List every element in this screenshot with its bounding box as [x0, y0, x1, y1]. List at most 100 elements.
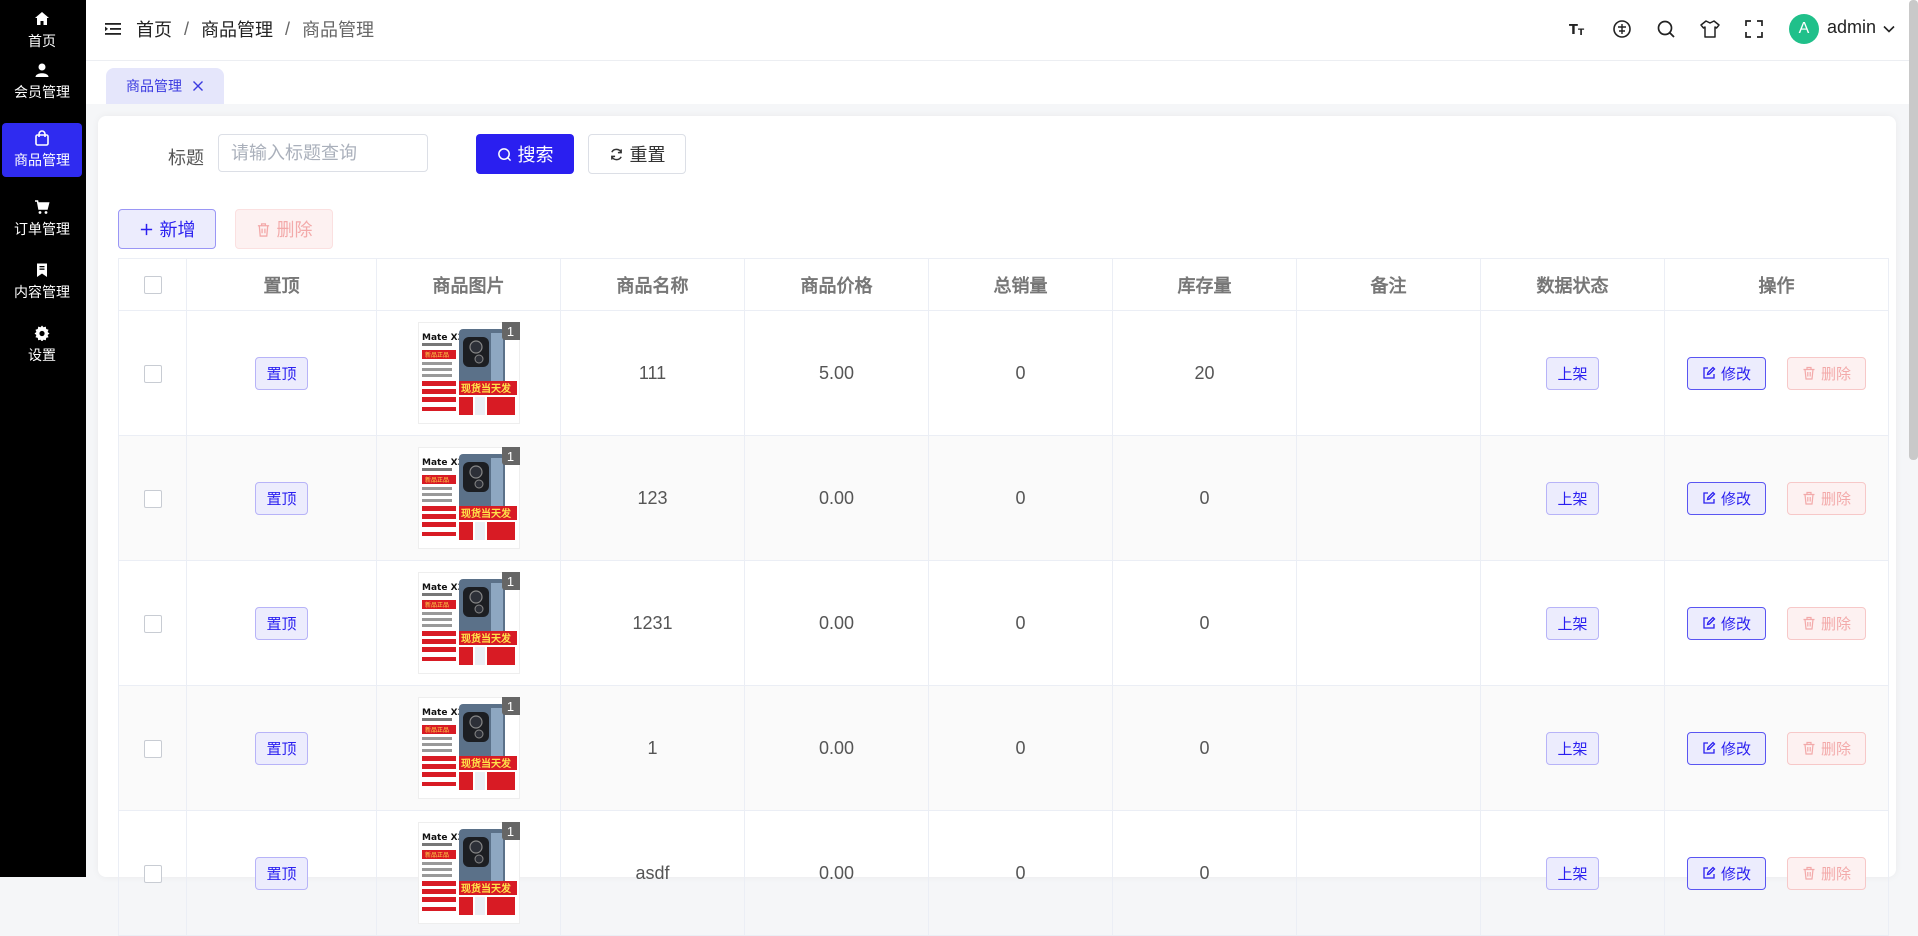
close-icon[interactable]	[192, 80, 204, 92]
search-button[interactable]: 搜索	[476, 134, 574, 174]
status-badge[interactable]: 上架	[1546, 731, 1599, 765]
delete-button-label: 删除	[1821, 615, 1852, 633]
row-checkbox[interactable]	[143, 864, 162, 883]
remark-cell	[1296, 685, 1481, 811]
fullscreen-icon[interactable]	[1743, 18, 1765, 40]
column-header: 数据状态	[1480, 258, 1665, 311]
delete-button[interactable]: 删除	[1787, 356, 1867, 390]
product-image[interactable]: Mate X3 新品正品 现货当天发 1	[417, 572, 520, 674]
sidebar-item-label: 订单管理	[14, 221, 70, 237]
product-image-title: Mate X3	[422, 708, 464, 718]
pin-tag[interactable]: 置顶	[255, 856, 308, 890]
pin-tag[interactable]: 置顶	[255, 481, 308, 515]
sidebar-item-content[interactable]: 内容管理	[2, 255, 82, 309]
select-all-checkbox[interactable]	[143, 276, 162, 295]
pin-tag[interactable]: 置顶	[255, 731, 308, 765]
delete-button[interactable]: 删除	[1787, 731, 1867, 765]
main-area: 首页 / 商品管理 / 商品管理 TT A admin 商品管理 标题 搜索 重…	[86, 0, 1918, 936]
tabs-bar: 商品管理	[86, 61, 1918, 104]
reset-button-label: 重置	[629, 145, 666, 165]
pin-tag[interactable]: 置顶	[255, 606, 308, 640]
row-checkbox[interactable]	[143, 739, 162, 758]
status-badge[interactable]: 上架	[1546, 481, 1599, 515]
language-icon[interactable]	[1611, 18, 1633, 40]
row-checkbox[interactable]	[143, 489, 162, 508]
sales-cell: 0	[928, 685, 1113, 811]
sidebar-item-members[interactable]: 会员管理	[2, 55, 82, 109]
status-badge[interactable]: 上架	[1546, 356, 1599, 390]
edit-button[interactable]: 修改	[1686, 481, 1766, 515]
edit-icon	[1703, 866, 1716, 879]
font-size-icon[interactable]: TT	[1567, 18, 1589, 40]
image-count-badge: 1	[501, 572, 520, 590]
status-cell: 上架	[1480, 810, 1665, 936]
sidebar-item-home[interactable]: 首页	[2, 4, 82, 58]
breadcrumb-separator: /	[285, 18, 291, 39]
actions-cell: 修改 删除	[1664, 310, 1889, 436]
chevron-down-icon[interactable]	[1882, 22, 1896, 36]
status-cell: 上架	[1480, 435, 1665, 561]
username[interactable]: admin	[1827, 17, 1876, 38]
delete-button-label: 删除	[1821, 740, 1852, 758]
table-row: 置顶 Mate X3 新品正品	[118, 810, 1889, 936]
remark-cell	[1296, 310, 1481, 436]
delete-button[interactable]: 删除	[1787, 481, 1867, 515]
status-badge[interactable]: 上架	[1546, 606, 1599, 640]
price-cell: 0.00	[744, 435, 929, 561]
add-button[interactable]: 新增	[118, 209, 216, 249]
edit-button-label: 修改	[1720, 615, 1751, 633]
scrollbar[interactable]	[1909, 0, 1918, 460]
delete-button[interactable]: 删除	[1787, 856, 1867, 890]
edit-button[interactable]: 修改	[1686, 356, 1766, 390]
name-cell: 1	[560, 685, 745, 811]
sidebar-item-products[interactable]: 商品管理	[2, 123, 82, 177]
reset-button[interactable]: 重置	[588, 134, 686, 174]
bulk-delete-button[interactable]: 删除	[235, 209, 333, 249]
trash-icon	[1803, 366, 1815, 380]
edit-button[interactable]: 修改	[1686, 606, 1766, 640]
edit-button[interactable]: 修改	[1686, 731, 1766, 765]
image-count-badge: 1	[501, 822, 520, 840]
theme-icon[interactable]	[1699, 18, 1721, 40]
column-header: 总销量	[928, 258, 1113, 311]
name-cell: asdf	[560, 810, 745, 936]
edit-button-label: 修改	[1720, 740, 1751, 758]
menu-toggle-icon[interactable]	[104, 20, 122, 38]
trash-icon	[257, 222, 269, 237]
svg-text:T: T	[1578, 28, 1585, 38]
product-image[interactable]: Mate X3 新品正品 现货当天发 1	[417, 697, 520, 799]
price-cell: 0.00	[744, 810, 929, 936]
avatar[interactable]: A	[1789, 14, 1819, 44]
trash-icon	[1803, 491, 1815, 505]
price-cell: 5.00	[744, 310, 929, 436]
column-header: 商品名称	[560, 258, 745, 311]
status-badge[interactable]: 上架	[1546, 856, 1599, 890]
search-input[interactable]	[218, 134, 428, 172]
product-image[interactable]: Mate X3 新品正品 现货当天发 1	[417, 322, 520, 424]
row-checkbox[interactable]	[143, 364, 162, 383]
product-image-seal: 新品正品	[425, 726, 449, 734]
sidebar-item-orders[interactable]: 订单管理	[2, 192, 82, 246]
breadcrumb-home[interactable]: 首页	[136, 16, 172, 42]
delete-button[interactable]: 删除	[1787, 606, 1867, 640]
search-icon[interactable]	[1655, 18, 1677, 40]
pin-tag[interactable]: 置顶	[255, 356, 308, 390]
sidebar-item-settings[interactable]: 设置	[2, 318, 82, 372]
product-image-title: Mate X3	[422, 583, 464, 593]
product-image-banner: 现货当天发	[461, 882, 512, 895]
user-icon	[35, 63, 49, 77]
select-all-cell	[118, 258, 187, 311]
home-icon	[35, 12, 49, 25]
row-checkbox[interactable]	[143, 614, 162, 633]
edit-button[interactable]: 修改	[1686, 856, 1766, 890]
tab-products[interactable]: 商品管理	[106, 68, 224, 104]
product-image[interactable]: Mate X3 新品正品 现货当天发 1	[417, 447, 520, 549]
edit-icon	[1703, 741, 1716, 754]
product-image[interactable]: Mate X3 新品正品 现货当天发 1	[417, 822, 520, 924]
table-row: 置顶 Mate X3 新品正品	[118, 310, 1889, 436]
breadcrumb-products[interactable]: 商品管理	[201, 16, 273, 42]
select-cell	[118, 810, 187, 936]
trash-icon	[1803, 616, 1815, 630]
name-cell: 111	[560, 310, 745, 436]
sidebar-item-label: 内容管理	[14, 284, 70, 300]
